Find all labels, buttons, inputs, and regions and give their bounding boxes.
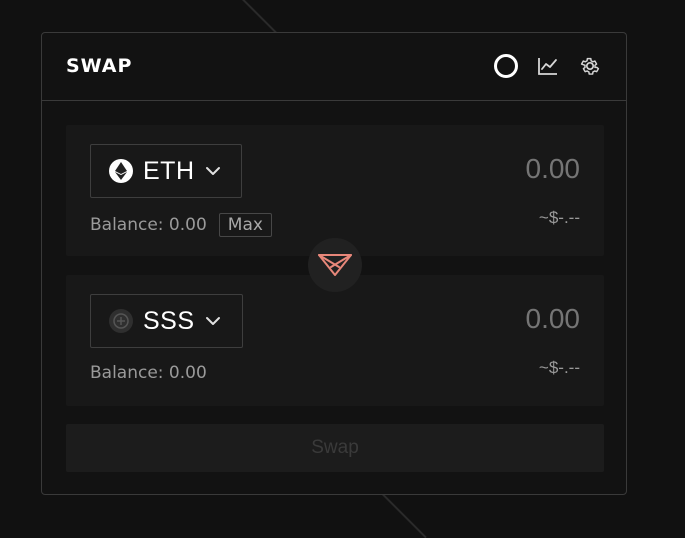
from-usd-value: ~$-.-- (538, 208, 580, 227)
from-balance: Balance: 0.00 Max (90, 213, 272, 237)
from-token-select[interactable]: ETH (90, 144, 242, 198)
to-token-symbol: SSS (143, 306, 195, 335)
swap-card: SWAP ETH 0.00 ~$-.-- Balance: 0.00 Max S… (41, 32, 627, 495)
from-amount-input[interactable] (380, 153, 580, 185)
to-token-select[interactable]: SSS (90, 294, 243, 348)
from-token-panel: ETH ~$-.-- Balance: 0.00 Max (66, 125, 604, 256)
background-line (380, 491, 427, 538)
to-usd-value: ~$-.-- (538, 358, 580, 377)
swap-submit-button[interactable]: Swap (66, 424, 604, 472)
to-balance-label: Balance: 0.00 (90, 363, 207, 383)
from-balance-label: Balance: 0.00 (90, 215, 207, 235)
chart-icon[interactable] (536, 54, 560, 78)
max-button[interactable]: Max (218, 213, 272, 237)
to-amount-input[interactable] (380, 303, 580, 335)
from-token-symbol: ETH (143, 156, 195, 185)
chevron-down-icon (205, 166, 221, 176)
loading-ring-icon[interactable] (494, 54, 518, 78)
swap-direction-button[interactable] (308, 238, 362, 292)
to-balance: Balance: 0.00 (90, 363, 207, 383)
chevron-down-icon (205, 316, 221, 326)
header-actions (494, 54, 602, 78)
card-header: SWAP (42, 33, 626, 101)
to-token-panel: SSS ~$-.-- Balance: 0.00 (66, 275, 604, 406)
sss-token-icon (109, 309, 133, 333)
page-title: SWAP (66, 55, 133, 77)
swap-arrow-icon (318, 254, 352, 276)
ethereum-icon (109, 159, 133, 183)
gear-icon[interactable] (578, 54, 602, 78)
